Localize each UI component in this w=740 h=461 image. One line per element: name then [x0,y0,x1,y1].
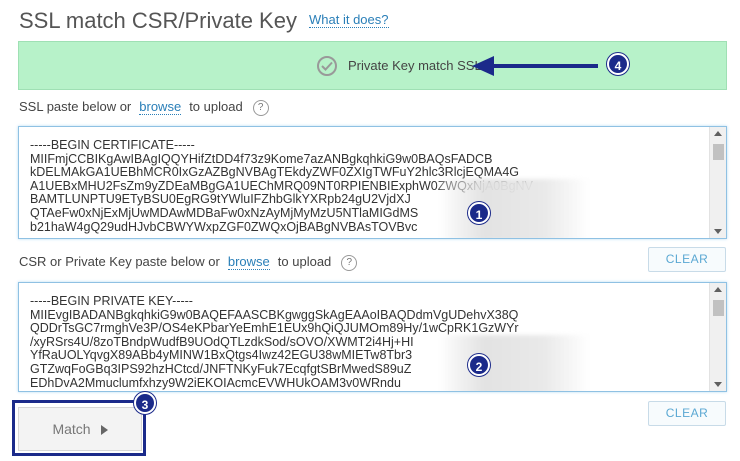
csr-scrollbar[interactable] [709,283,726,391]
redaction-blur [439,335,589,391]
csr-label-text: CSR or Private Key paste below or [19,254,220,269]
csr-textarea[interactable]: -----BEGIN PRIVATE KEY----- MIIEvgIBADAN… [18,282,727,392]
ssl-browse-link[interactable]: browse [139,99,182,115]
csr-help-icon[interactable]: ? [341,254,358,271]
annotation-badge-4: 4 [607,53,629,75]
page-title: SSL match CSR/Private Key [19,8,297,33]
csr-section-label: CSR or Private Key paste below or browse t… [19,254,358,271]
match-button[interactable]: Match [18,407,142,451]
csr-private-key-text: -----BEGIN PRIVATE KEY----- MIIEvgIBADAN… [30,295,519,390]
ssl-help-icon[interactable]: ? [252,99,269,116]
csr-upload-text: to upload [277,254,332,269]
scroll-down-icon[interactable] [714,382,722,387]
what-it-does-link[interactable]: What it does? [309,12,389,28]
annotation-badge-2: 2 [468,354,490,376]
annotation-arrow-icon [472,56,598,76]
scroll-thumb[interactable] [713,300,724,316]
ssl-label-text: SSL paste below or [19,99,132,114]
scroll-down-icon[interactable] [714,229,722,234]
scroll-up-icon[interactable] [714,287,722,292]
ssl-scrollbar[interactable] [709,127,726,238]
scroll-thumb[interactable] [713,144,724,160]
ssl-section-label: SSL paste below or browse to upload? [19,99,269,116]
ssl-textarea[interactable]: -----BEGIN CERTIFICATE----- MIIFmjCCBIKg… [18,126,727,239]
annotation-badge-1: 1 [468,202,490,224]
scroll-up-icon[interactable] [714,131,722,136]
play-icon [100,425,108,435]
result-message: Private Key match SSL [348,58,482,73]
csr-clear-button[interactable]: CLEAR [648,401,726,426]
csr-browse-link[interactable]: browse [227,254,270,270]
redaction-blur [439,179,589,238]
ssl-upload-text: to upload [189,99,243,114]
ssl-certificate-text: -----BEGIN CERTIFICATE----- MIIFmjCCBIKg… [30,139,533,234]
annotation-badge-3: 3 [134,392,156,414]
check-circle-icon [317,56,337,76]
match-button-label: Match [52,421,91,437]
ssl-clear-button[interactable]: CLEAR [648,247,726,272]
